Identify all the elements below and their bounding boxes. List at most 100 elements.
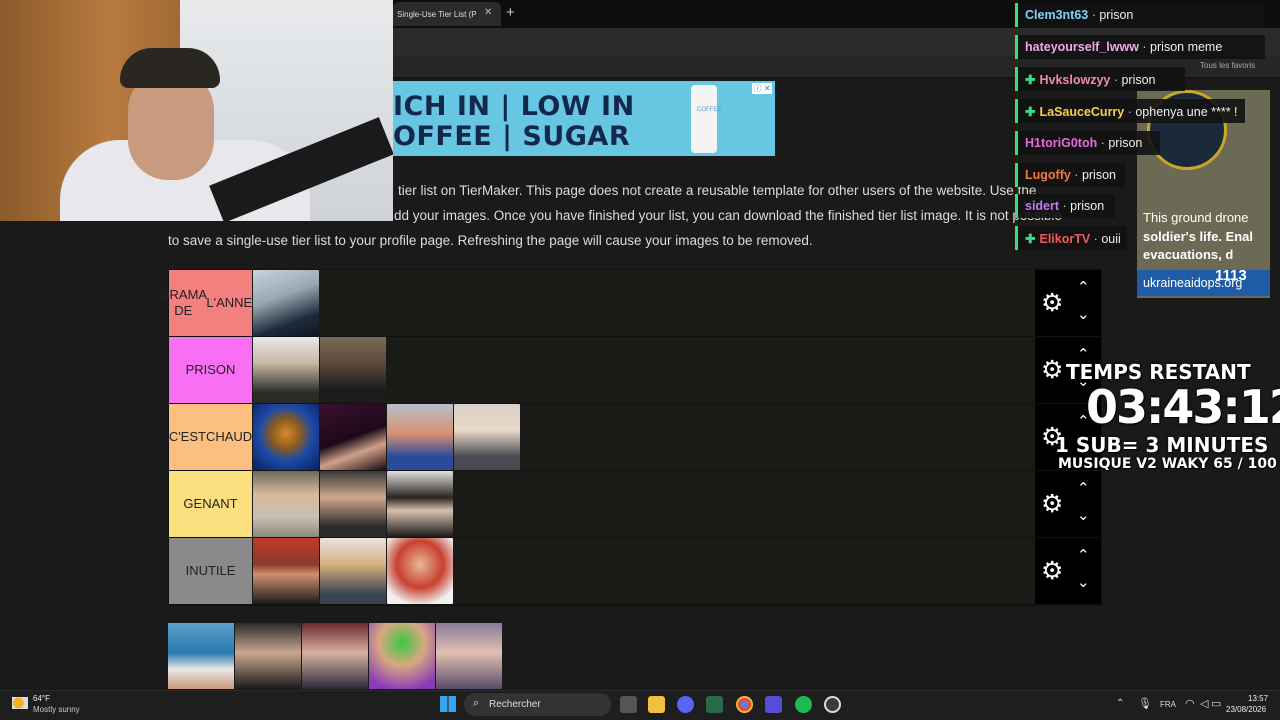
can-image [691, 85, 717, 153]
chrome-icon[interactable] [736, 696, 753, 713]
weather-icon[interactable] [12, 697, 28, 709]
tier-item-image[interactable] [253, 538, 319, 604]
chat-message: sidert · prison [1015, 194, 1115, 218]
battery-icon[interactable]: ▭ [1211, 697, 1221, 710]
tier-item-image[interactable] [253, 337, 319, 403]
chevron-up-icon[interactable]: ⌃ [1077, 278, 1090, 296]
pool-item-image[interactable] [168, 623, 234, 689]
ad-headline-1: ICH IN | LOW IN [393, 91, 635, 122]
discord-icon[interactable] [677, 696, 694, 713]
tier-label[interactable]: INUTILE [169, 538, 252, 604]
chevron-up-icon[interactable]: ⌃ [1116, 698, 1124, 709]
tier-label-text: C'EST [168, 429, 206, 444]
tier-label[interactable]: C'EST CHAUD [169, 404, 252, 470]
tier-item-image[interactable] [320, 337, 386, 403]
timer-clock: 03:43:12 [1086, 380, 1280, 434]
video-link: ukraineaidops.org [1137, 270, 1270, 296]
chevron-up-icon[interactable]: ⌃ [1077, 546, 1090, 564]
chat-separator: · [1070, 168, 1082, 182]
chat-message: Clem3nt63 · prison [1015, 3, 1265, 27]
tier-item-image[interactable] [320, 404, 386, 470]
chevron-down-icon[interactable]: ⌄ [1077, 573, 1090, 591]
subscriber-badge-icon: ✚ [1025, 105, 1036, 119]
chevron-down-icon[interactable]: ⌄ [1077, 506, 1090, 524]
tier-item-image[interactable] [253, 471, 319, 537]
xbox-icon[interactable] [706, 696, 723, 713]
ad-info-icon[interactable]: ⓘ ✕ [752, 83, 772, 94]
weather-desc[interactable]: Mostly sunny [33, 705, 80, 714]
tier-row: INUTILE ⚙ ⌃ ⌄ [169, 538, 1101, 604]
chat-separator: · [1124, 105, 1136, 119]
tier-label-text: INUTILE [185, 563, 236, 578]
bookmarks-label[interactable]: Tous les favoris [1200, 61, 1255, 70]
chat-text: prison [1081, 168, 1116, 182]
file-explorer-icon[interactable] [648, 696, 665, 713]
gear-icon[interactable]: ⚙ [1041, 558, 1063, 584]
subscriber-badge-icon: ✚ [1025, 232, 1036, 246]
taskbar [0, 690, 1280, 720]
tier-label-text: CHAUD [205, 429, 253, 444]
weather-temp[interactable]: 64°F [33, 694, 50, 703]
pool-item-image[interactable] [369, 623, 435, 689]
chat-text: prison meme [1150, 40, 1223, 54]
task-view-icon[interactable] [620, 696, 637, 713]
chevron-up-icon[interactable]: ⌃ [1077, 479, 1090, 497]
clock-date[interactable]: 23/08/2026 [1226, 705, 1266, 714]
gear-icon[interactable]: ⚙ [1041, 357, 1063, 383]
chat-message: ✚ LaSauceCurry · ophenya une **** ! [1015, 99, 1245, 123]
search-icon: ⌕ [473, 697, 480, 709]
clock-time[interactable]: 13:57 [1248, 694, 1268, 703]
tier-item-image[interactable] [387, 538, 453, 604]
chat-username: H1toriG0toh [1025, 136, 1098, 150]
tier-controls: ⚙ ⌃ ⌄ [1035, 471, 1101, 537]
chat-separator: · [1090, 232, 1102, 246]
chat-text: ouii [1101, 232, 1121, 246]
chat-username: Hvkslowzyy [1039, 73, 1111, 87]
tier-item-image[interactable] [320, 538, 386, 604]
tier-item-image[interactable] [387, 471, 453, 537]
chat-username: LaSauceCurry [1039, 105, 1125, 119]
tier-label[interactable]: DRAMA DE L'ANNEE [160, 270, 261, 336]
volume-icon[interactable]: ◁ [1200, 697, 1208, 710]
obs-icon[interactable] [824, 696, 841, 713]
pool-item-image[interactable] [235, 623, 301, 689]
gear-icon[interactable]: ⚙ [1041, 290, 1063, 316]
spotify-icon[interactable] [795, 696, 812, 713]
tier-row: DRAMA DE L'ANNEE ⚙ ⌃ ⌄ [160, 270, 1101, 336]
tier-controls: ⚙ ⌃ ⌄ [1035, 270, 1101, 336]
windows-start-icon[interactable] [440, 696, 456, 712]
tier-item-image[interactable] [387, 404, 453, 470]
close-tab-icon[interactable]: ✕ [484, 7, 492, 18]
wifi-icon[interactable]: ◠ [1185, 697, 1195, 710]
tier-item-image[interactable] [253, 404, 319, 470]
chat-username: sidert [1025, 199, 1060, 213]
microphone-icon[interactable]: 🎙 [1138, 697, 1152, 710]
chat-separator: · [1138, 40, 1151, 54]
chat-text: prison [1108, 136, 1143, 150]
tier-item-image[interactable] [253, 270, 319, 336]
tier-label[interactable]: PRISON [169, 337, 252, 403]
chat-message: Lugoffy · prison [1015, 163, 1125, 187]
pool-item-image[interactable] [302, 623, 368, 689]
tier-label[interactable]: GENANT [169, 471, 252, 537]
chevron-down-icon[interactable]: ⌄ [1077, 305, 1090, 323]
ad-banner[interactable]: ICH IN | LOW IN OFFEE | SUGAR COFFEE [393, 81, 775, 156]
app-grid-icon[interactable] [765, 696, 782, 713]
description-line: to save a single-use tier list to your p… [168, 233, 813, 248]
chat-username: Clem3nt63 [1025, 8, 1089, 22]
chat-username: Lugoffy [1025, 168, 1071, 182]
chat-separator: · [1088, 8, 1100, 22]
tier-item-image[interactable] [454, 404, 520, 470]
pool-item-image[interactable] [436, 623, 502, 689]
chat-message: ✚ Hvkslowzyy · prison [1015, 67, 1185, 91]
tier-item-image[interactable] [320, 471, 386, 537]
language-indicator[interactable]: FRA [1160, 700, 1176, 709]
new-tab-button[interactable]: + [506, 4, 515, 21]
headset [120, 48, 220, 88]
chat-message: ✚ ElikorTV · ouii [1015, 226, 1127, 250]
taskbar-search[interactable]: Rechercher [464, 693, 611, 716]
chat-text: ophenya une **** ! [1135, 105, 1238, 119]
chat-separator: · [1110, 73, 1122, 87]
gear-icon[interactable]: ⚙ [1041, 491, 1063, 517]
tier-label-text: PRISON [185, 362, 236, 377]
